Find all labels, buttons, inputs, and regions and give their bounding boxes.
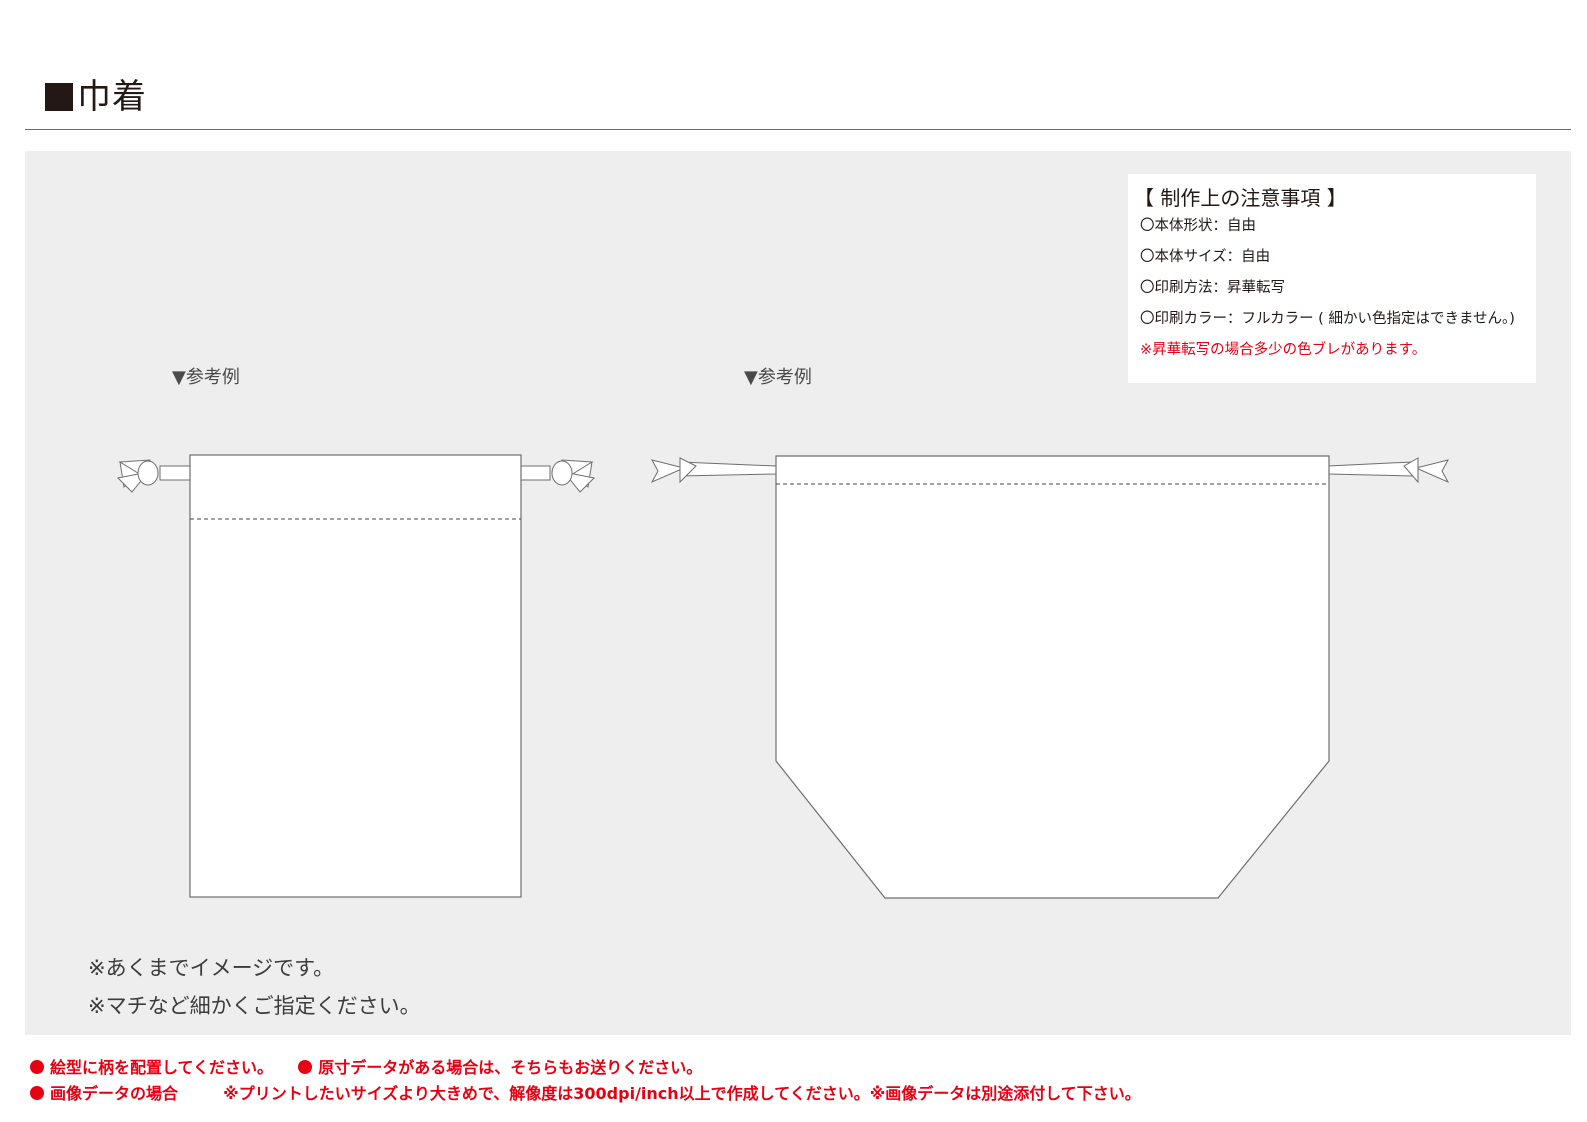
remark-image-only: ※あくまでイメージです。 [88, 956, 335, 980]
footer-image-data-label: 画像データの場合 [50, 1084, 179, 1103]
footer-line-1: 絵型に柄を配置してください。 原寸データがある場合は、そちらもお送りください。 [30, 1057, 702, 1079]
footer-image-data-instruction: ※プリントしたいサイズより大きめで、解像度は300dpi/inch以上で作成して… [223, 1084, 1141, 1103]
bullet-icon [30, 1060, 44, 1074]
left-bag-body [189, 454, 522, 898]
bullet-icon [30, 1086, 44, 1100]
right-bag-body [775, 455, 1330, 899]
footer-instruction-place: 絵型に柄を配置してください。 [50, 1058, 274, 1077]
footer-line-2: 画像データの場合 ※プリントしたいサイズより大きめで、解像度は300dpi/in… [30, 1083, 1141, 1105]
bullet-icon [298, 1060, 313, 1074]
footer-instruction-original-data: 原寸データがある場合は、そちらもお送りください。 [318, 1058, 703, 1077]
remark-specify-gusset: ※マチなど細かくご指定ください。 [88, 994, 421, 1018]
